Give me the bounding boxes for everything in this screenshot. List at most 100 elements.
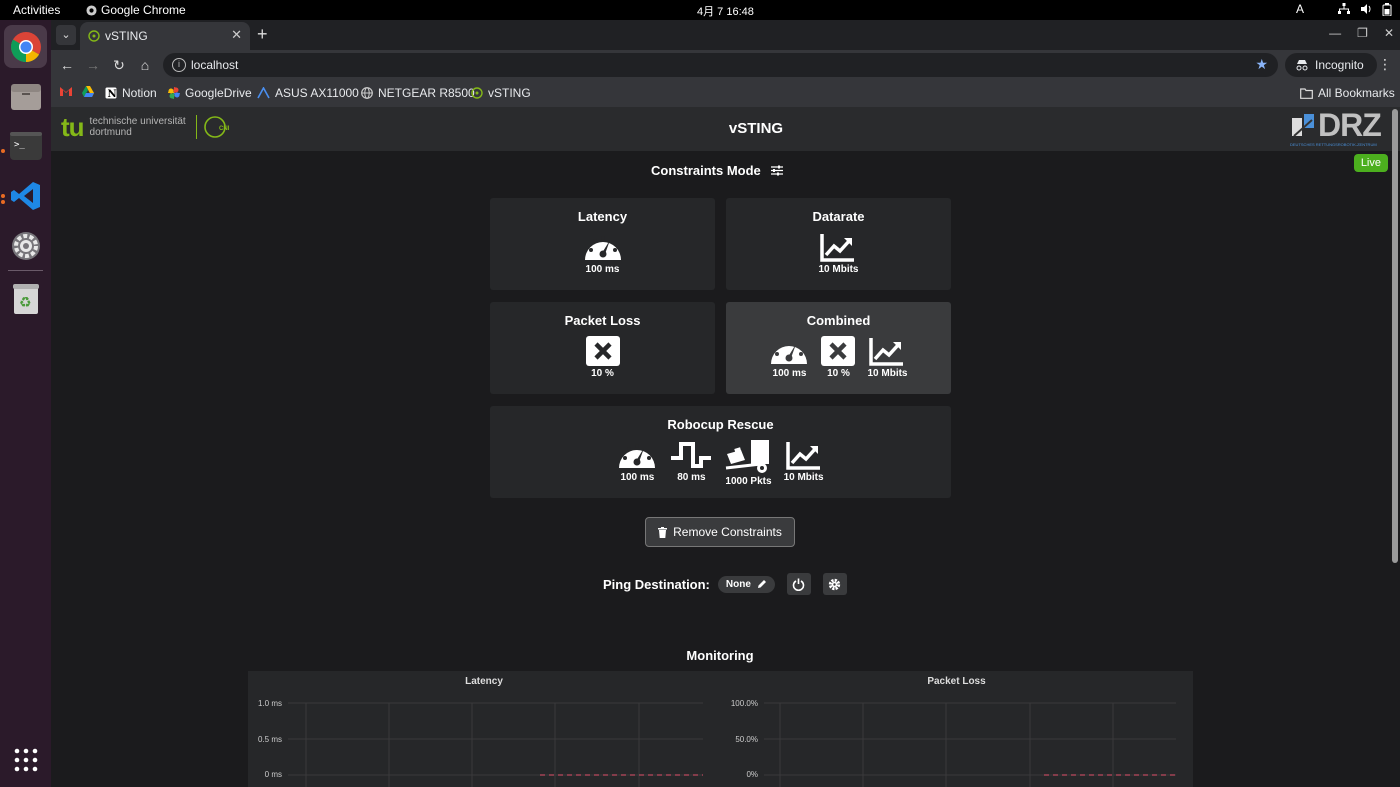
- pinwheel-icon: [168, 87, 180, 99]
- maximize-icon[interactable]: ❐: [1357, 26, 1368, 40]
- bookmark-googledrive[interactable]: GoogleDrive: [168, 86, 252, 100]
- volume-icon: [1361, 4, 1371, 14]
- incognito-label: Incognito: [1315, 58, 1364, 72]
- dock-chrome[interactable]: [4, 25, 47, 68]
- packet-loss-card[interactable]: Packet Loss 10 %: [490, 302, 715, 394]
- browser-toolbar: ← → ↻ ⌂ i localhost ★ Incognito ⋮: [51, 50, 1400, 80]
- latency-chart-grid: [288, 702, 703, 787]
- bookmark-drive[interactable]: [82, 86, 94, 97]
- ping-destination-value: None: [725, 578, 751, 590]
- gauge-icon: [584, 236, 621, 260]
- browser-window: ⌄ vSTING ✕ + — ❐ ✕ ← → ↻ ⌂ i localhost ★…: [51, 20, 1400, 787]
- card-title: Packet Loss: [564, 313, 641, 328]
- ping-power-button[interactable]: [786, 573, 811, 595]
- activities-button[interactable]: Activities: [13, 3, 60, 17]
- bookmark-netgear[interactable]: NETGEAR R8500: [361, 86, 475, 100]
- back-icon[interactable]: ←: [57, 55, 77, 75]
- browser-menu-icon[interactable]: ⋮: [1378, 56, 1392, 73]
- monitoring-panel: Latency 1.0 ms 0.5 ms 0 ms Packet Loss 1…: [248, 671, 1193, 787]
- chrome-icon: [10, 31, 41, 62]
- card-title: Latency: [577, 209, 628, 224]
- chrome-small-icon: [86, 4, 97, 16]
- packet-loss-value: 10 %: [591, 368, 614, 379]
- bookmark-gmail[interactable]: [60, 86, 72, 96]
- bookmark-asus[interactable]: ASUS AX11000: [257, 86, 359, 100]
- remove-constraints-button[interactable]: Remove Constraints: [645, 517, 795, 547]
- x-box-icon: [821, 336, 856, 366]
- dock-trash[interactable]: ♻: [4, 277, 47, 320]
- trash-can-icon: [658, 526, 668, 538]
- packet-loss-chart-grid: [764, 702, 1176, 787]
- datarate-card[interactable]: Datarate 10 Mbits: [726, 198, 951, 290]
- system-tray[interactable]: A: [1296, 2, 1392, 16]
- bookmark-label: ASUS AX11000: [275, 86, 359, 100]
- x-box-icon: [585, 336, 620, 366]
- clock[interactable]: 4月 7 16:48: [697, 3, 754, 19]
- latency-card[interactable]: Latency 100 ms: [490, 198, 715, 290]
- ping-destination-label: Ping Destination:: [603, 576, 710, 592]
- tab-search-button[interactable]: ⌄: [56, 25, 76, 45]
- bookmark-star-icon[interactable]: ★: [1255, 56, 1268, 73]
- dock-show-apps[interactable]: [4, 738, 47, 781]
- ping-destination-chip[interactable]: None: [717, 575, 775, 593]
- bookmark-vsting[interactable]: vSTING: [471, 86, 531, 100]
- latency-value: 100 ms: [585, 264, 620, 275]
- combined-card[interactable]: Combined 100 ms 10 % 10 Mbits: [726, 302, 951, 394]
- power-icon: [793, 578, 805, 591]
- page-scrollbar[interactable]: [1392, 109, 1398, 563]
- svg-text:>_: >_: [14, 140, 25, 150]
- svg-text:N: N: [108, 89, 117, 99]
- folder-icon: [10, 83, 41, 110]
- bookmark-notion[interactable]: N Notion: [105, 86, 157, 100]
- minimize-icon[interactable]: —: [1329, 26, 1341, 40]
- combined-rate-value: 10 Mbits: [867, 368, 908, 379]
- drz-robot-icon: [1292, 114, 1314, 137]
- remove-constraints-label: Remove Constraints: [673, 525, 782, 539]
- packet-loss-chart: Packet Loss 100.0% 50.0% 0%: [720, 671, 1193, 787]
- live-status-badge: Live: [1353, 154, 1388, 172]
- settings-gear-icon: [11, 231, 40, 260]
- window-close-icon[interactable]: ✕: [1384, 26, 1394, 40]
- app-name: Google Chrome: [101, 3, 186, 17]
- all-bookmarks-button[interactable]: All Bookmarks: [1300, 86, 1395, 100]
- page-content: tu technische universität dortmund CNI v…: [51, 107, 1400, 787]
- sliders-icon[interactable]: [770, 165, 783, 176]
- dock-settings[interactable]: [4, 224, 47, 267]
- mode-title-text: Constraints Mode: [651, 163, 761, 178]
- vscode-icon: [10, 181, 40, 210]
- app-menu[interactable]: Google Chrome: [86, 3, 186, 17]
- tab-vsting[interactable]: vSTING ✕: [80, 22, 250, 50]
- bookmark-label: NETGEAR R8500: [378, 86, 475, 100]
- address-bar[interactable]: i localhost ★: [163, 53, 1278, 77]
- site-info-icon[interactable]: i: [172, 58, 186, 72]
- gmail-icon: [60, 87, 72, 96]
- card-title: Datarate: [812, 209, 865, 224]
- forward-icon[interactable]: →: [83, 55, 103, 75]
- tab-title: vSTING: [105, 29, 148, 43]
- latency-chart: Latency 1.0 ms 0.5 ms 0 ms: [248, 671, 720, 787]
- bookmark-label: GoogleDrive: [185, 86, 252, 100]
- incognito-button[interactable]: Incognito: [1285, 53, 1377, 77]
- input-method-indicator[interactable]: A: [1296, 2, 1304, 16]
- dock-vscode[interactable]: [4, 174, 47, 217]
- reload-icon[interactable]: ↻: [109, 55, 129, 75]
- drive-icon: [82, 86, 94, 97]
- tab-strip: ⌄ vSTING ✕ + — ❐ ✕: [51, 20, 1400, 50]
- robocup-rescue-card[interactable]: Robocup Rescue 100 ms 80 ms 1000 Pkts 10…: [490, 406, 951, 498]
- incognito-icon: [1296, 60, 1308, 71]
- home-icon[interactable]: ⌂: [135, 55, 155, 75]
- system-top-bar: Activities Google Chrome 4月 7 16:48 A: [0, 0, 1400, 20]
- mode-title: Constraints Mode: [651, 163, 783, 178]
- ping-settings-button[interactable]: [822, 573, 847, 595]
- tab-close-icon[interactable]: ✕: [231, 27, 242, 43]
- dock-separator: [8, 270, 43, 271]
- dock-files[interactable]: [4, 75, 47, 118]
- new-tab-button[interactable]: +: [257, 24, 268, 45]
- dock-terminal[interactable]: >_: [4, 124, 47, 167]
- folder-outline-icon: [1300, 87, 1313, 99]
- pencil-icon: [757, 580, 766, 588]
- robocup-latency-value: 100 ms: [620, 472, 655, 483]
- globe-icon: [361, 87, 373, 99]
- gauge-icon: [771, 340, 808, 364]
- card-title: Robocup Rescue: [667, 417, 774, 432]
